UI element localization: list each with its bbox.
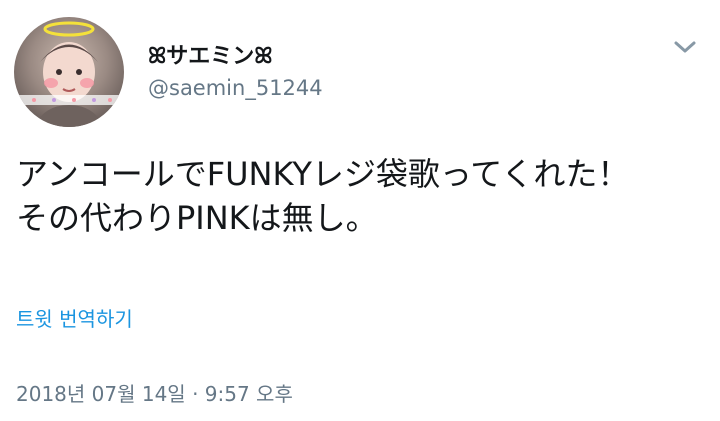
avatar-image [18,21,120,127]
translate-tweet-link[interactable]: 트윗 번역하기 [16,303,133,332]
display-name[interactable]: ꕤサエミンꕤ [148,38,273,70]
chevron-down-icon[interactable] [670,36,700,58]
tweet-timestamp[interactable]: 2018년 07월 14일 · 9:57 오후 [16,378,293,407]
tweet-text: アンコールでFUNKYレジ袋歌ってくれた！ その代わりPINKは無し。 [16,155,630,237]
user-handle[interactable]: @saemin_51244 [148,76,323,100]
avatar[interactable] [14,17,124,127]
tweet-card: ꕤサエミンꕤ @saemin_51244 アンコールでFUNKYレジ袋歌ってくれ… [0,0,720,421]
